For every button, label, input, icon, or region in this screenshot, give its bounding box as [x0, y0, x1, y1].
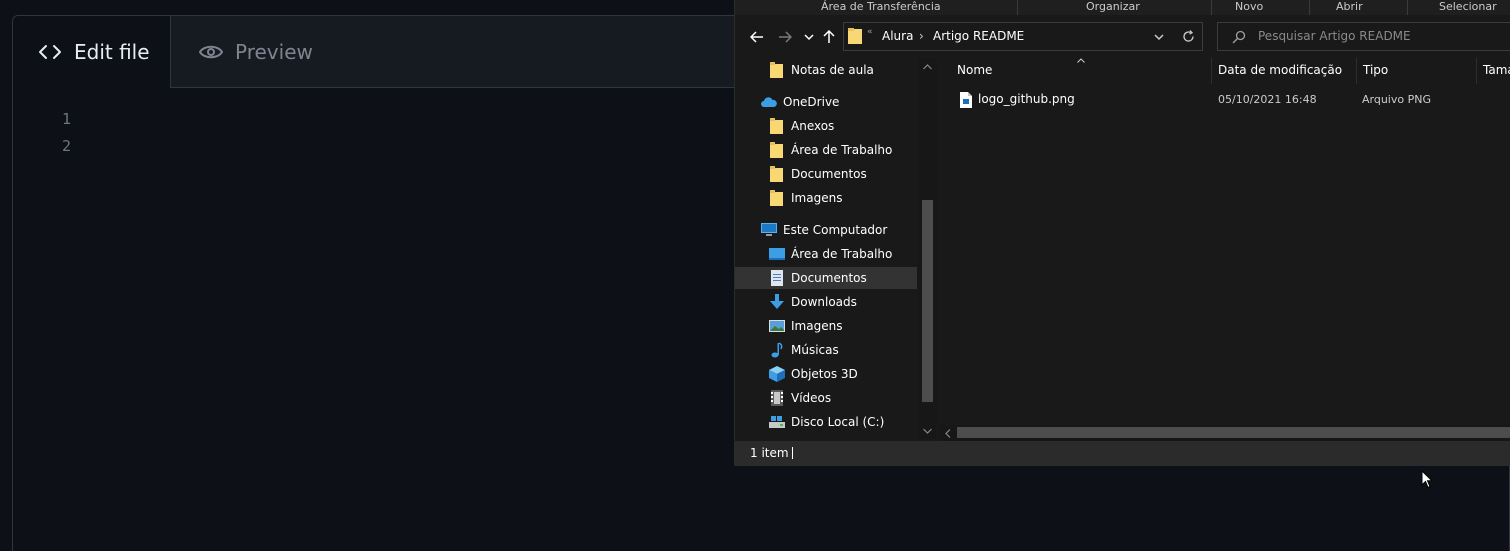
forward-button[interactable]: [775, 27, 795, 47]
pictures-icon: [769, 318, 785, 334]
nav-item-imagens[interactable]: Imagens: [735, 315, 917, 337]
file-name: logo_github.png: [978, 92, 1075, 106]
ribbon-separator: [1407, 0, 1408, 15]
nav-item-area-de-trabalho-onedrive[interactable]: Área de Trabalho: [735, 139, 917, 161]
ribbon-group-select: Selecionar: [1439, 0, 1497, 13]
column-separator[interactable]: [1476, 58, 1477, 84]
address-bar[interactable]: « Alura › Artigo README: [843, 22, 1203, 51]
recent-locations-button[interactable]: [799, 27, 819, 47]
breadcrumb-alura[interactable]: Alura: [882, 29, 913, 43]
file-type: Arquivo PNG: [1362, 93, 1431, 106]
nav-item-musicas[interactable]: Músicas: [735, 339, 917, 361]
nav-item-este-computador[interactable]: Este Computador: [735, 219, 917, 241]
3d-objects-icon: [769, 366, 785, 382]
column-header-size[interactable]: Tama: [1483, 63, 1510, 77]
tab-preview[interactable]: Preview: [199, 16, 313, 88]
breadcrumb-artigo-readme[interactable]: Artigo README: [933, 29, 1024, 43]
folder-icon: [769, 118, 785, 134]
item-count: 1 item: [750, 446, 789, 460]
navigation-scrollbar[interactable]: [918, 58, 937, 439]
code-icon: [39, 45, 61, 59]
back-button[interactable]: [747, 27, 767, 47]
folder-icon: [769, 166, 785, 182]
chevron-down-icon[interactable]: [1154, 33, 1164, 41]
column-header-type[interactable]: Tipo: [1363, 63, 1388, 77]
nav-item-imagens-onedrive[interactable]: Imagens: [735, 187, 917, 209]
file-modified: 05/10/2021 16:48: [1218, 93, 1317, 106]
file-row[interactable]: logo_github.png 05/10/2021 16:48 Arquivo…: [939, 89, 1499, 111]
search-input[interactable]: Pesquisar Artigo README: [1217, 22, 1510, 51]
ribbon-separator: [1211, 0, 1212, 15]
nav-item-onedrive[interactable]: OneDrive: [735, 91, 917, 113]
nav-item-notas-de-aula[interactable]: Notas de aula: [735, 59, 917, 81]
up-button[interactable]: [819, 27, 839, 47]
nav-item-documentos[interactable]: Documentos: [735, 267, 917, 289]
chevron-up-icon[interactable]: [923, 64, 932, 70]
breadcrumb-overflow[interactable]: «: [867, 27, 873, 37]
nav-item-anexos[interactable]: Anexos: [735, 115, 917, 137]
tab-edit-file[interactable]: Edit file: [13, 16, 171, 88]
nav-item-downloads[interactable]: Downloads: [735, 291, 917, 313]
refresh-icon[interactable]: [1182, 30, 1195, 43]
arrow-left-icon: [750, 31, 763, 43]
file-list-pane: Nome Data de modificação Tipo Tama logo_…: [939, 58, 1510, 439]
nav-item-objetos-3d[interactable]: Objetos 3D: [735, 363, 917, 385]
chevron-down-icon[interactable]: [923, 428, 932, 434]
ribbon-group-clipboard: Área de Transferência: [821, 0, 941, 13]
ribbon-group-open: Abrir: [1336, 0, 1363, 13]
desktop-icon: [769, 246, 785, 262]
ribbon-group-organize: Organizar: [1086, 0, 1140, 13]
file-list-horizontal-scrollbar[interactable]: [939, 425, 1510, 441]
ribbon-group-new: Novo: [1235, 0, 1264, 13]
sort-ascending-icon: [1077, 58, 1085, 63]
nav-item-videos[interactable]: Vídeos: [735, 387, 917, 409]
status-bar: 1 item: [735, 441, 1510, 466]
ribbon-group-labels: Área de Transferência Organizar Novo Abr…: [735, 0, 1510, 15]
column-header-name[interactable]: Nome: [957, 63, 992, 77]
computer-icon: [761, 222, 777, 238]
onedrive-icon: [761, 94, 777, 110]
nav-item-disco-local[interactable]: Disco Local (C:): [735, 411, 917, 433]
file-explorer-window: Área de Transferência Organizar Novo Abr…: [734, 0, 1510, 466]
nav-item-documentos-onedrive[interactable]: Documentos: [735, 163, 917, 185]
scrollbar-thumb[interactable]: [957, 427, 1510, 438]
tab-edit-file-label: Edit file: [74, 40, 150, 64]
folder-icon: [769, 142, 785, 158]
search-icon: [1232, 30, 1246, 44]
mouse-cursor-icon: [1421, 470, 1433, 489]
folder-icon: [848, 28, 862, 44]
videos-icon: [769, 390, 785, 406]
tab-preview-label: Preview: [235, 40, 313, 64]
scrollbar-thumb[interactable]: [922, 200, 933, 402]
arrow-right-icon: [779, 31, 792, 43]
address-toolbar: « Alura › Artigo README Pesquisar Artigo…: [735, 15, 1510, 58]
folder-icon: [769, 190, 785, 206]
ribbon-separator: [1017, 0, 1018, 15]
download-icon: [769, 294, 785, 310]
breadcrumb-chevron-icon: ›: [919, 29, 924, 43]
drive-icon: [769, 414, 785, 430]
column-separator[interactable]: [1211, 58, 1212, 84]
line-number: 1: [61, 110, 71, 128]
chevron-left-icon[interactable]: [945, 429, 951, 438]
eye-icon: [199, 45, 223, 59]
music-icon: [769, 342, 785, 358]
column-header-modified[interactable]: Data de modificação: [1218, 63, 1342, 77]
search-placeholder: Pesquisar Artigo README: [1258, 29, 1411, 43]
chevron-down-icon: [804, 34, 814, 41]
png-file-icon: [960, 92, 972, 108]
line-number: 2: [61, 137, 71, 155]
folder-icon: [769, 62, 785, 78]
ribbon-separator: [1309, 0, 1310, 15]
navigation-pane: Notas de aula OneDrive Anexos Área de Tr…: [735, 58, 937, 439]
column-separator[interactable]: [1356, 58, 1357, 84]
status-separator: [792, 447, 793, 459]
nav-item-area-de-trabalho[interactable]: Área de Trabalho: [735, 243, 917, 265]
arrow-up-icon: [823, 30, 835, 43]
documents-icon: [769, 270, 785, 286]
